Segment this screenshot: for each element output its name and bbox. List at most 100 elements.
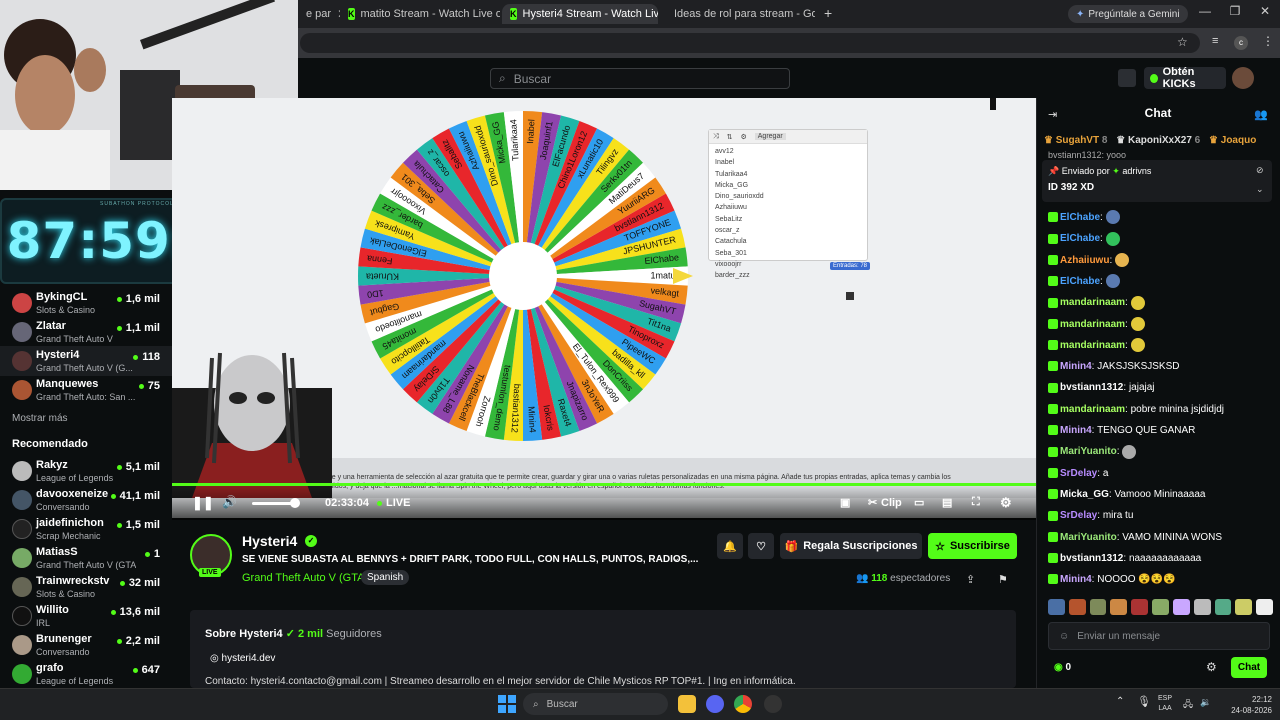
emote-icon[interactable] [1089,599,1107,615]
chat-settings-icon[interactable]: ⚙ [1206,660,1217,674]
entry-line[interactable]: barder_zzz [715,270,861,281]
kicks-balance[interactable]: ◉ 0 [1054,662,1071,673]
chat-username[interactable]: MariYuanito [1060,532,1117,543]
chat-username[interactable]: Micka_GG [1060,489,1109,500]
chat-username[interactable]: mandarinaam [1060,297,1125,308]
settings-icon[interactable]: ⚙ [740,133,746,141]
follow-heart-button[interactable]: ♡ [748,533,774,559]
entry-line[interactable]: Tularikaa4 [715,169,861,180]
language-tag[interactable]: Spanish [361,570,410,585]
chat-username[interactable]: Minin4 [1060,425,1092,436]
emoji-picker-icon[interactable]: ☺ [1059,631,1069,642]
sidebar-channel[interactable]: MatiasS Grand Theft Auto V (GTA) 1 [0,543,172,573]
add-entry-button[interactable]: Agregar [754,133,786,140]
sidebar-channel[interactable]: Manquewes Grand Theft Auto: San ... 75 [0,375,172,405]
chat-username[interactable]: SrDelay [1060,510,1097,521]
emote-icon[interactable] [1172,599,1190,615]
entry-line[interactable]: SebaLitz [715,214,861,225]
chat-message[interactable]: bvstiann1312: naaaaaaaaaaaa [1048,551,1273,567]
browser-tab[interactable]: e par✕ [298,4,340,24]
chat-username[interactable]: Minin4 [1060,574,1092,585]
close-icon[interactable] [846,292,854,300]
sidebar-channel[interactable]: grafo League of Legends 647 [0,659,172,689]
settings-icon[interactable]: ⚙ [1000,495,1012,511]
chat-input[interactable]: ☺ Enviar un mensaje [1048,622,1270,650]
chat-username[interactable]: SrDelay [1060,468,1097,479]
system-clock[interactable]: 22:12 24-08-2026 [1218,694,1272,716]
users-icon[interactable]: 👥 [1254,108,1268,121]
sidebar-channel[interactable]: Willito IRL 13,6 mil [0,601,172,631]
chat-message[interactable]: mandarinaam: [1048,316,1273,333]
chat-username[interactable]: mandarinaam [1060,340,1125,351]
live-label[interactable]: LIVE [386,497,410,509]
reading-list-icon[interactable]: ≡ [1212,35,1218,47]
streamer-name[interactable]: Hysteri4 [242,533,297,549]
emote-icon[interactable] [1110,599,1128,615]
chat-message[interactable]: Azhaiiuwu: [1048,252,1273,269]
report-icon[interactable]: ⚑ [998,573,1008,586]
volume-icon[interactable]: 🔊 [222,495,237,509]
entry-line[interactable]: Micka_GG [715,180,861,191]
emote-icon[interactable] [1152,599,1169,615]
chat-message[interactable]: Minin4: TENGO QUE GANAR [1048,423,1273,439]
sidebar-channel[interactable]: Rakyz League of Legends 5,1 mil [0,456,172,486]
user-avatar[interactable] [1232,67,1254,89]
chat-username[interactable]: Minin4 [1060,361,1092,372]
entry-line[interactable]: Catachula [715,236,861,247]
chat-message[interactable]: SrDelay: mira tu [1048,508,1273,524]
captions-icon[interactable]: ▤ [942,496,952,509]
chat-username[interactable]: mandarinaam [1060,404,1125,415]
speaker-icon[interactable]: 🔉 [1200,697,1211,708]
emote-icon[interactable] [1235,599,1253,615]
chat-message[interactable]: ElChabe: [1048,210,1273,226]
chat-message[interactable]: Minin4: NOOOO 😵😵😵 [1048,572,1273,588]
unpin-icon[interactable]: ⊘ [1256,165,1264,176]
tray-chevron-icon[interactable]: ⌃ [1116,696,1124,707]
chat-username[interactable]: ElChabe [1060,233,1100,244]
window-close-icon[interactable]: ✕ [1250,4,1280,18]
about-link[interactable]: ◎ hysteri4.dev [210,653,275,664]
chat-message[interactable]: Minin4: JAKSJSKSJSKSD [1048,359,1273,375]
leaderboard-entry[interactable]: ♛ SugahVT 8 [1044,135,1107,146]
fullscreen-icon[interactable]: ⛶ [972,496,980,509]
file-explorer-icon[interactable] [678,695,696,713]
chat-message[interactable]: ElChabe: [1048,274,1273,290]
chevron-down-icon[interactable]: ⌄ [672,553,680,564]
chat-message[interactable]: ElChabe: [1048,231,1273,247]
profile-avatar[interactable]: c [1234,36,1248,50]
network-icon[interactable]: 🖧 [1183,697,1193,713]
emote-icon[interactable] [1131,599,1149,615]
library-icon[interactable] [1118,69,1136,87]
entry-line[interactable]: Inabel [715,157,861,168]
chat-username[interactable]: MariYuanito [1060,446,1117,457]
stream-category[interactable]: Grand Theft Auto V (GTA) [242,572,368,584]
chat-message[interactable]: MariYuanito: VAMO MININA WONS [1048,530,1273,546]
entry-line[interactable]: Dino_saurioxdd [715,191,861,202]
browser-tab-active[interactable]: KHysteri4 Stream - Watch Liv🔊✕ [502,4,658,24]
emote-icon[interactable] [1068,599,1086,615]
emote-icon[interactable] [1048,599,1065,615]
chat-message[interactable]: mandarinaam: [1048,338,1273,354]
expand-chevron-icon[interactable]: ⌄ [1256,184,1264,195]
taskbar-search[interactable]: ⌕ Buscar [523,693,668,715]
obs-icon[interactable] [764,695,782,713]
get-kicks-button[interactable]: Obtén KICKs [1144,66,1226,90]
search-input[interactable]: ⌕ Buscar [490,68,790,89]
microphone-icon[interactable]: 🎙 [1137,695,1151,708]
clip-icon[interactable]: ✂ [868,496,877,509]
sidebar-channel[interactable]: Zlatar Grand Theft Auto V 1,1 mil [0,317,172,347]
bookmark-star-icon[interactable]: ☆ [1177,35,1188,49]
browser-tab[interactable]: Ideas de rol para stream - Goo✕ [660,4,815,24]
gift-subs-button[interactable]: 🎁 Regala Suscripciones [780,533,922,559]
notification-bell-button[interactable]: 🔔 [717,533,743,559]
url-field[interactable] [300,33,1200,53]
chat-username[interactable]: bvstiann1312 [1060,382,1123,393]
chat-message[interactable]: MariYuanito: [1048,444,1273,460]
sidebar-channel[interactable]: Brunenger Conversando 2,2 mil [0,630,172,660]
chat-username[interactable]: mandarinaam [1060,319,1125,330]
volume-slider-thumb[interactable] [290,498,300,508]
windows-start-icon[interactable] [498,695,516,713]
language-indicator[interactable]: ESP LAA [1158,694,1172,714]
mini-player-icon[interactable]: ▣ [840,496,850,509]
chat-message[interactable]: bvstiann1312: jajajaj [1048,380,1273,396]
